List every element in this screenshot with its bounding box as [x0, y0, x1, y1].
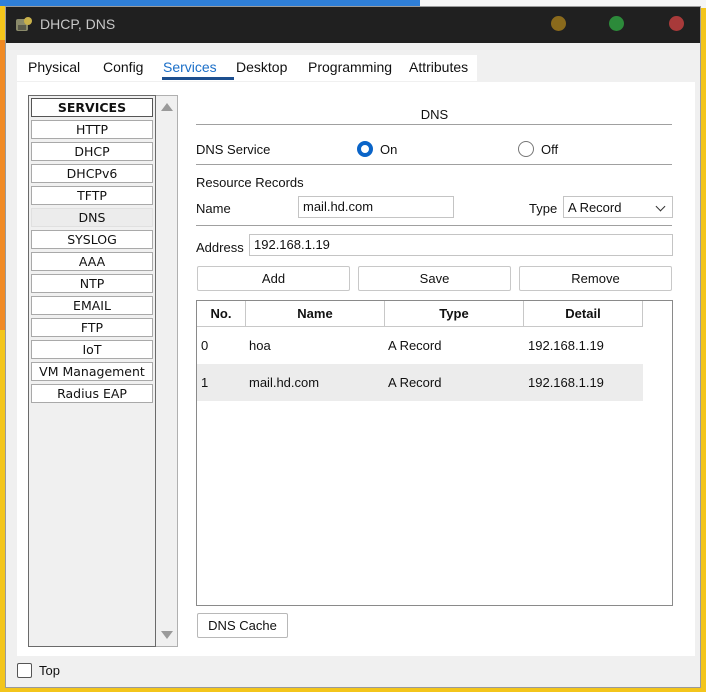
tab-programming[interactable]: Programming: [308, 59, 392, 75]
divider: [196, 124, 672, 125]
scroll-up-arrow-icon[interactable]: [161, 103, 173, 111]
services-scrollbar[interactable]: [156, 95, 178, 647]
dns-records-table: No. Name Type Detail 0 hoa A Record 192.…: [196, 300, 673, 606]
services-panel: SERVICES HTTP DHCP DHCPv6 TFTP DNS SYSLO…: [17, 82, 695, 656]
scroll-down-arrow-icon[interactable]: [161, 631, 173, 639]
divider: [196, 225, 672, 226]
type-select[interactable]: A Record: [563, 196, 673, 218]
cell-type: A Record: [388, 375, 442, 390]
service-dns[interactable]: DNS: [31, 208, 153, 227]
chevron-down-icon: [655, 201, 666, 212]
address-label: Address: [196, 240, 244, 255]
active-tab-indicator: [162, 77, 234, 80]
cell-type: A Record: [388, 338, 442, 353]
maximize-button[interactable]: [609, 16, 624, 31]
dns-service-label: DNS Service: [196, 142, 271, 157]
service-aaa[interactable]: AAA: [31, 252, 153, 271]
name-input[interactable]: mail.hd.com: [298, 196, 454, 218]
dns-on-label: On: [380, 142, 398, 157]
packet-tracer-app-icon: [16, 17, 32, 31]
tab-services[interactable]: Services: [163, 59, 217, 75]
top-checkbox[interactable]: [17, 663, 32, 678]
tab-desktop[interactable]: Desktop: [236, 59, 287, 75]
save-button[interactable]: Save: [358, 266, 511, 291]
remove-button[interactable]: Remove: [519, 266, 672, 291]
window-title: DHCP, DNS: [40, 16, 116, 32]
type-select-value: A Record: [568, 200, 622, 215]
dns-off-radio[interactable]: [518, 141, 534, 157]
service-syslog[interactable]: SYSLOG: [31, 230, 153, 249]
address-input[interactable]: 192.168.1.19: [249, 234, 673, 256]
column-header-no[interactable]: No.: [197, 301, 246, 327]
name-label: Name: [196, 201, 231, 216]
service-ftp[interactable]: FTP: [31, 318, 153, 337]
dns-on-radio[interactable]: [357, 141, 373, 157]
services-list: SERVICES HTTP DHCP DHCPv6 TFTP DNS SYSLO…: [28, 95, 156, 647]
dns-cache-button[interactable]: DNS Cache: [197, 613, 288, 638]
service-email[interactable]: EMAIL: [31, 296, 153, 315]
cell-no: 0: [201, 338, 209, 353]
resource-records-label: Resource Records: [196, 175, 304, 190]
table-row[interactable]: 0 hoa A Record 192.168.1.19: [197, 327, 643, 364]
divider: [196, 164, 672, 165]
tab-config[interactable]: Config: [103, 59, 143, 75]
service-dhcp[interactable]: DHCP: [31, 142, 153, 161]
service-radius-eap[interactable]: Radius EAP: [31, 384, 153, 403]
table-row[interactable]: 1 mail.hd.com A Record 192.168.1.19: [197, 364, 643, 401]
service-http[interactable]: HTTP: [31, 120, 153, 139]
cell-name: hoa: [249, 338, 271, 353]
title-bar[interactable]: DHCP, DNS: [6, 7, 700, 43]
cell-detail: 192.168.1.19: [528, 338, 604, 353]
dhcp-dns-window: DHCP, DNS Physical Config Services Deskt…: [5, 6, 701, 688]
tab-attributes[interactable]: Attributes: [409, 59, 468, 75]
column-header-detail[interactable]: Detail: [524, 301, 643, 327]
service-ntp[interactable]: NTP: [31, 274, 153, 293]
service-vm-management[interactable]: VM Management: [31, 362, 153, 381]
services-header: SERVICES: [31, 98, 153, 117]
column-header-name[interactable]: Name: [246, 301, 385, 327]
top-label: Top: [39, 663, 60, 678]
add-button[interactable]: Add: [197, 266, 350, 291]
service-tftp[interactable]: TFTP: [31, 186, 153, 205]
cell-no: 1: [201, 375, 209, 390]
close-button[interactable]: [669, 16, 684, 31]
tab-bar: Physical Config Services Desktop Program…: [17, 55, 477, 81]
dns-section-title: DNS: [420, 107, 449, 122]
dns-off-label: Off: [541, 142, 559, 157]
service-dhcpv6[interactable]: DHCPv6: [31, 164, 153, 183]
service-iot[interactable]: IoT: [31, 340, 153, 359]
type-label: Type: [529, 201, 558, 216]
cell-detail: 192.168.1.19: [528, 375, 604, 390]
column-header-type[interactable]: Type: [385, 301, 524, 327]
minimize-button[interactable]: [551, 16, 566, 31]
cell-name: mail.hd.com: [249, 375, 320, 390]
tab-physical[interactable]: Physical: [28, 59, 80, 75]
